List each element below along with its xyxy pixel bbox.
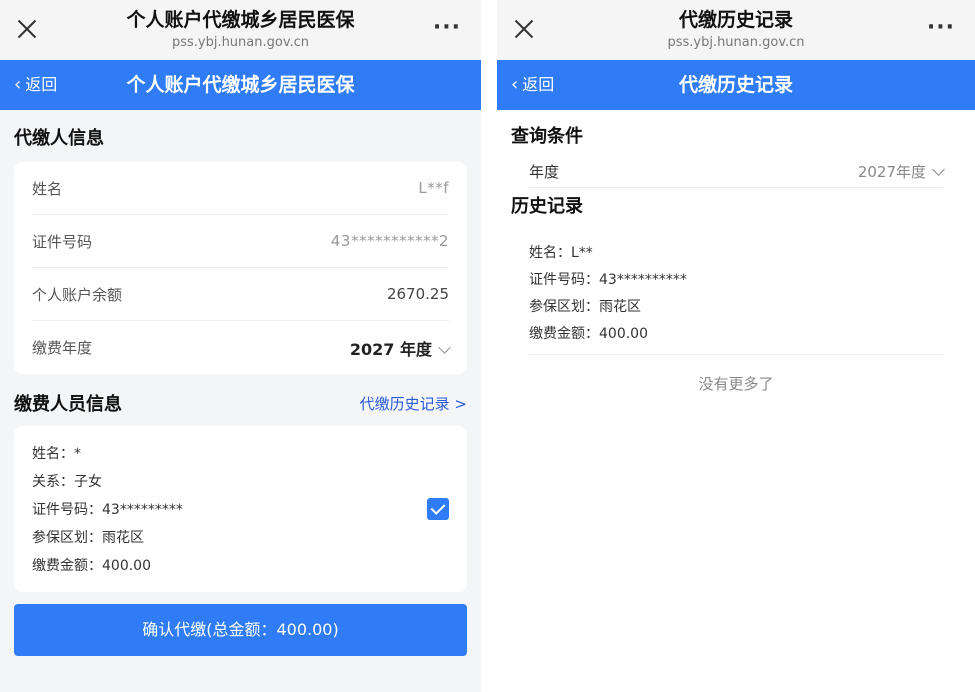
- more-icon[interactable]: ···: [433, 17, 461, 39]
- member-amount: 缴费金额：400.00: [32, 558, 151, 574]
- browser-title-block: 代缴历史记录 pss.ybj.hunan.gov.cn: [567, 8, 905, 52]
- payer-info-card: 姓名 L**f 证件号码 43***********2 个人账户余额 2670.…: [14, 162, 467, 374]
- payer-name-row: 姓名 L**f: [32, 162, 449, 215]
- payment-year-select[interactable]: 2027 年度: [349, 336, 451, 360]
- right-screen: 代缴历史记录 pss.ybj.hunan.gov.cn ··· ‹ 返回 代缴历史…: [497, 0, 975, 692]
- payer-id-value: 43***********2: [330, 232, 449, 250]
- payer-balance-row: 个人账户余额 2670.25: [32, 268, 449, 321]
- browser-title: 个人账户代缴城乡居民医保: [126, 9, 355, 31]
- year-filter-value: 2027年度: [857, 163, 926, 181]
- record-amount: 缴费金额：400.00: [529, 326, 648, 342]
- back-label: 返回: [25, 75, 58, 94]
- left-screen: 个人账户代缴城乡居民医保 pss.ybj.hunan.gov.cn ··· ‹ 返…: [0, 0, 481, 692]
- member-section-header: 缴费人员信息 代缴历史记录 >: [0, 390, 481, 416]
- member-region: 参保区划：雨花区: [32, 530, 144, 546]
- year-filter-label: 年度: [529, 163, 560, 181]
- chevron-down-icon: [932, 163, 945, 176]
- chevron-left-icon: ‹: [14, 74, 22, 95]
- page-title: 个人账户代缴城乡居民医保: [126, 74, 355, 96]
- payer-id-label: 证件号码: [32, 232, 93, 251]
- member-section-title: 缴费人员信息: [14, 394, 122, 415]
- nav-bar: ‹ 返回 代缴历史记录: [497, 60, 975, 110]
- history-record-link[interactable]: 代缴历史记录 >: [360, 393, 467, 414]
- browser-url: pss.ybj.hunan.gov.cn: [667, 35, 805, 50]
- close-icon[interactable]: [513, 18, 535, 40]
- page-title: 代缴历史记录: [678, 74, 793, 96]
- browser-bar: 个人账户代缴城乡居民医保 pss.ybj.hunan.gov.cn ···: [0, 0, 481, 60]
- browser-title-block: 个人账户代缴城乡居民医保 pss.ybj.hunan.gov.cn: [70, 8, 411, 52]
- member-name: 姓名：*: [32, 446, 81, 462]
- member-relation: 关系：子女: [32, 474, 102, 490]
- year-filter-select[interactable]: 2027年度: [857, 161, 945, 182]
- member-id: 证件号码：43*********: [32, 502, 183, 518]
- member-info-card[interactable]: 姓名：* 关系：子女 证件号码：43********* 参保区划：雨花区 缴费金…: [14, 426, 467, 592]
- browser-bar: 代缴历史记录 pss.ybj.hunan.gov.cn ···: [497, 0, 975, 60]
- payer-name-label: 姓名: [32, 179, 63, 198]
- back-button[interactable]: ‹ 返回: [511, 60, 554, 110]
- no-more-text: 没有更多了: [698, 375, 774, 393]
- back-button[interactable]: ‹ 返回: [14, 60, 57, 110]
- confirm-payment-button[interactable]: 确认代缴(总金额：400.00): [14, 604, 467, 656]
- chevron-left-icon: ‹: [511, 74, 519, 95]
- nav-bar: ‹ 返回 个人账户代缴城乡居民医保: [0, 60, 481, 110]
- record-name: 姓名：L**: [529, 245, 593, 261]
- history-record: 姓名：L** 证件号码：43********** 参保区划：雨花区 缴费金额：4…: [529, 234, 943, 355]
- screen-divider: [481, 0, 497, 692]
- query-section-title: 查询条件: [511, 126, 583, 147]
- payment-year-row[interactable]: 缴费年度 2027 年度: [32, 321, 451, 374]
- payer-balance-label: 个人账户余额: [32, 285, 123, 304]
- payer-id-row: 证件号码 43***********2: [32, 215, 449, 268]
- payer-name-value: L**f: [418, 179, 449, 197]
- back-label: 返回: [522, 75, 555, 94]
- payer-section-title: 代缴人信息: [14, 128, 104, 149]
- year-filter-row[interactable]: 年度 2027年度: [529, 156, 945, 188]
- record-id: 证件号码：43**********: [529, 272, 687, 288]
- record-region: 参保区划：雨花区: [529, 299, 641, 315]
- browser-url: pss.ybj.hunan.gov.cn: [171, 35, 310, 50]
- close-icon[interactable]: [16, 18, 38, 40]
- browser-title: 代缴历史记录: [678, 9, 793, 31]
- member-checkbox[interactable]: [427, 498, 449, 520]
- more-icon[interactable]: ···: [927, 17, 955, 39]
- payment-year-value: 2027 年度: [349, 339, 432, 359]
- payer-balance-value: 2670.25: [386, 285, 449, 303]
- chevron-down-icon: [438, 340, 451, 354]
- history-section-title: 历史记录: [511, 196, 583, 217]
- payment-year-label: 缴费年度: [32, 339, 93, 357]
